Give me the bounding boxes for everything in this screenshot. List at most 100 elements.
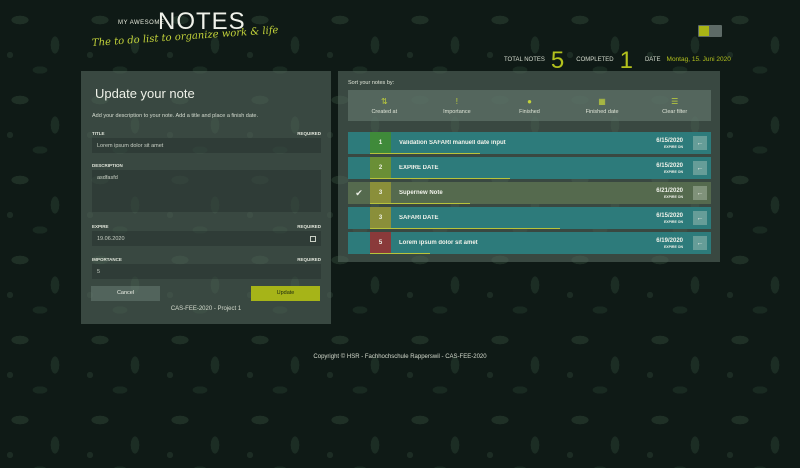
note-status: EXPIRE ON — [663, 169, 683, 174]
note-row[interactable]: ✔ 3 Supernew Note 6/21/2020 EXPIRE ON ← — [348, 182, 711, 204]
sort-created-at-label: Created at — [371, 108, 398, 115]
note-importance: 1 — [370, 132, 391, 154]
note-status: EXPIRE ON — [663, 244, 683, 249]
sort-bar: ⇅ Created at ! Importance ● Finished ▦ F… — [348, 90, 711, 121]
calendar-icon[interactable] — [310, 235, 316, 242]
sort-importance[interactable]: ! Importance — [422, 97, 492, 115]
stats-bar: TOTAL NOTES 5 COMPLETED 1 DATE Montag, 1… — [504, 47, 731, 74]
finished-check-icon[interactable] — [348, 232, 370, 254]
completed-label: COMPLETED — [576, 57, 614, 63]
finished-check-icon[interactable] — [348, 207, 370, 229]
theme-toggle[interactable] — [698, 25, 722, 37]
description-field-group: DESCRIPTION asdfasfd — [92, 163, 321, 212]
note-status: EXPIRE ON — [663, 144, 683, 149]
expire-label: EXPIRE — [92, 224, 109, 229]
copyright: Copyright © HSR - Fachhochschule Rappers… — [313, 354, 487, 360]
sort-importance-label: Importance — [443, 108, 471, 115]
total-notes-value: 5 — [550, 47, 565, 74]
note-title: Supernew Note — [399, 190, 443, 196]
note-date: 6/19/2020 — [656, 237, 683, 244]
note-date-block: 6/21/2020 EXPIRE ON — [623, 188, 683, 199]
note-progress-bar — [370, 153, 480, 154]
note-date-block: 6/19/2020 EXPIRE ON — [623, 238, 683, 249]
edit-arrow-icon[interactable]: ← — [693, 186, 707, 200]
sort-icon: ⇅ — [380, 96, 388, 106]
clear-filter-label: Clear filter — [662, 108, 688, 115]
description-input-value: asdfasfd — [97, 175, 118, 181]
form-footer: CAS-FEE-2020 - Project 1 — [170, 306, 242, 312]
date-label: DATE — [644, 57, 661, 63]
note-row[interactable]: 2 EXPIRE DATE 6/15/2020 EXPIRE ON ← — [348, 157, 711, 179]
finished-check-icon[interactable]: ✔ — [348, 182, 370, 204]
expire-input-value: 19.06.2020 — [97, 235, 125, 242]
note-row[interactable]: 1 Validation SAFARI manuell date input 6/1… — [348, 132, 711, 154]
title-input-value: Lorem ipsum dolor sit amet — [97, 142, 164, 149]
form-description: Add your description to your note. Add a… — [92, 113, 259, 119]
note-date: 6/15/2020 — [656, 162, 683, 169]
importance-required: REQUIRED — [297, 257, 321, 262]
update-button[interactable]: Update — [251, 286, 320, 301]
form-title: Update your note — [95, 86, 195, 101]
note-importance: 2 — [370, 157, 391, 179]
exclamation-icon: ! — [455, 96, 458, 106]
finished-check-icon[interactable] — [348, 157, 370, 179]
note-status: EXPIRE ON — [663, 194, 683, 199]
finished-check-icon[interactable] — [348, 132, 370, 154]
note-importance: 3 — [370, 207, 391, 229]
note-progress-bar — [370, 178, 510, 179]
note-title: EXPIRE DATE — [399, 165, 439, 171]
edit-arrow-icon[interactable]: ← — [693, 236, 707, 250]
expire-required: REQUIRED — [297, 224, 321, 229]
title-label: TITLE — [92, 131, 105, 136]
note-progress-bar — [370, 253, 430, 254]
clear-filter[interactable]: ☰ Clear filter — [640, 97, 710, 115]
cancel-button[interactable]: Cancel — [91, 286, 160, 301]
expire-field-head: EXPIRE REQUIRED — [92, 224, 321, 229]
note-date-block: 6/15/2020 EXPIRE ON — [623, 163, 683, 174]
note-date-block: 6/15/2020 EXPIRE ON — [623, 138, 683, 149]
sort-finished[interactable]: ● Finished — [494, 97, 564, 115]
edit-arrow-icon[interactable]: ← — [693, 161, 707, 175]
note-status: EXPIRE ON — [663, 219, 683, 224]
completed-value: 1 — [619, 47, 633, 74]
note-row[interactable]: 5 Lorem ipsum dolor sit amet 6/19/2020 EXPI… — [348, 232, 711, 254]
note-date: 6/15/2020 — [656, 137, 683, 144]
description-label: DESCRIPTION — [92, 163, 123, 168]
sort-finished-date[interactable]: ▦ Finished date — [567, 97, 637, 115]
note-importance: 3 — [370, 182, 391, 204]
note-importance: 5 — [370, 232, 391, 254]
importance-input-value: 5 — [97, 268, 101, 275]
edit-arrow-icon[interactable]: ← — [693, 211, 707, 225]
edit-arrow-icon[interactable]: ← — [693, 136, 707, 150]
note-date-block: 6/15/2020 EXPIRE ON — [623, 213, 683, 224]
sort-finished-label: Finished — [519, 108, 540, 115]
sort-created-at[interactable]: ⇅ Created at — [349, 97, 419, 115]
importance-field-head: IMPORTANCE REQUIRED — [92, 257, 321, 262]
expire-date-input[interactable]: 19.06.2020 — [92, 231, 321, 246]
expire-field-group: EXPIRE REQUIRED 19.06.2020 — [92, 224, 321, 246]
importance-input[interactable]: 5 — [92, 264, 321, 279]
calendar-icon: ▦ — [598, 96, 606, 106]
notes-list-panel: Sort your notes by: ⇅ Created at ! Impor… — [338, 71, 720, 262]
importance-field-group: IMPORTANCE REQUIRED 5 — [92, 257, 321, 279]
description-textarea[interactable]: asdfasfd — [92, 170, 321, 212]
title-input[interactable]: Lorem ipsum dolor sit amet — [92, 138, 321, 153]
total-notes-label: TOTAL NOTES — [504, 57, 545, 63]
check-circle-icon: ● — [527, 96, 532, 106]
note-row[interactable]: 3 SAFARI DATE 6/15/2020 EXPIRE ON ← — [348, 207, 711, 229]
description-field-head: DESCRIPTION — [92, 163, 321, 168]
note-progress-bar — [370, 203, 470, 204]
note-progress-bar — [370, 228, 560, 229]
note-date: 6/21/2020 — [656, 187, 683, 194]
note-date: 6/15/2020 — [656, 212, 683, 219]
date-value: Montag, 15. Juni 2020 — [666, 56, 731, 63]
title-field-group: TITLE REQUIRED Lorem ipsum dolor sit ame… — [92, 131, 321, 153]
sort-finished-date-label: Finished date — [585, 108, 619, 115]
importance-label: IMPORTANCE — [92, 257, 122, 262]
list-icon: ☰ — [671, 96, 679, 106]
title-field-head: TITLE REQUIRED — [92, 131, 321, 136]
note-title: Lorem ipsum dolor sit amet — [399, 240, 478, 246]
theme-toggle-knob — [699, 26, 709, 36]
note-title: Validation SAFARI manuell date input — [399, 140, 506, 146]
note-title: SAFARI DATE — [399, 215, 439, 221]
